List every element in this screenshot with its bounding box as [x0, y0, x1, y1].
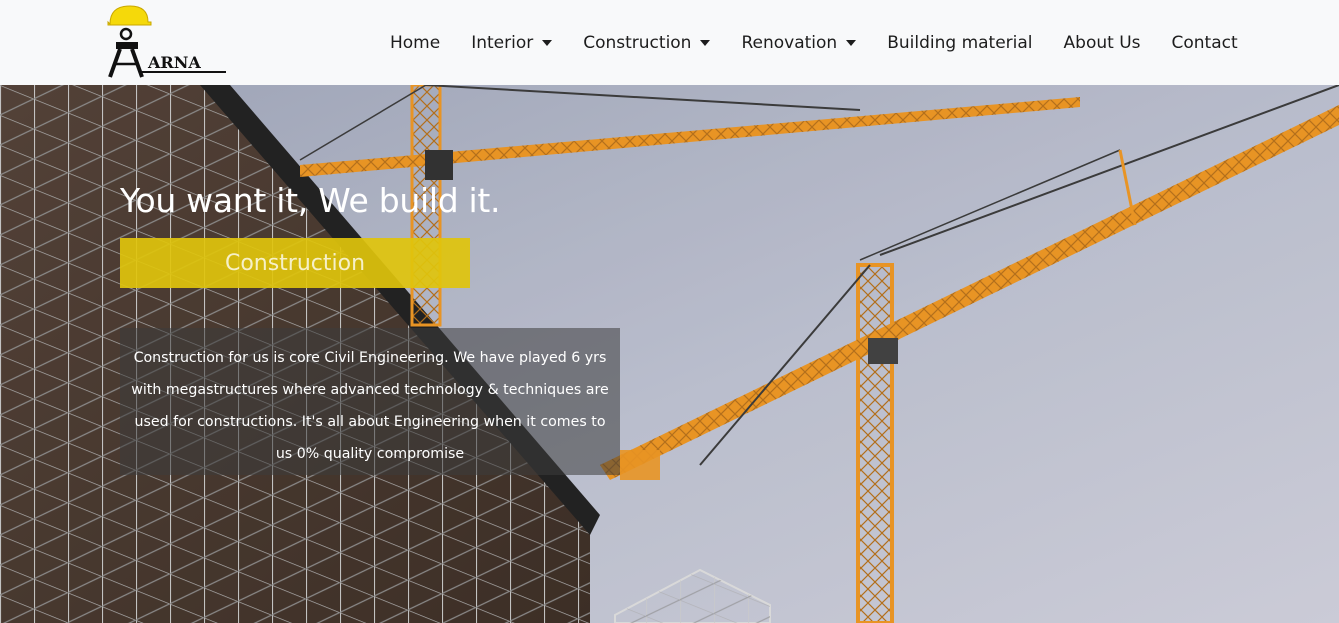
hero-category-badge: Construction: [120, 238, 470, 288]
hero-description-box: Construction for us is core Civil Engine…: [120, 328, 620, 475]
nav-renovation-label: Renovation: [741, 32, 838, 53]
nav-interior-label: Interior: [471, 32, 534, 53]
nav-about-us[interactable]: About Us: [1064, 33, 1141, 53]
caret-down-icon: [542, 39, 553, 46]
nav-about-us-label: About Us: [1063, 32, 1141, 53]
caret-down-icon: [700, 39, 711, 46]
hero-title: You want it, We build it.: [120, 181, 501, 220]
logo-text: ARNA: [147, 53, 201, 72]
hero-section: You want it, We build it. Construction C…: [0, 85, 1339, 623]
nav-home-label: Home: [390, 32, 441, 53]
nav-construction-label: Construction: [583, 32, 692, 53]
navbar: ARNA Home Interior Construction Renovati…: [0, 0, 1339, 85]
nav-renovation-dropdown[interactable]: Renovation: [741, 32, 857, 53]
hero-description: Construction for us is core Civil Engine…: [131, 350, 609, 462]
nav-building-material[interactable]: Building material: [887, 33, 1032, 53]
nav-construction-dropdown[interactable]: Construction: [583, 32, 711, 53]
nav-building-material-label: Building material: [887, 32, 1033, 53]
nav-interior-dropdown[interactable]: Interior: [471, 32, 553, 53]
nav-home[interactable]: Home: [390, 33, 440, 53]
caret-down-icon: [846, 39, 857, 46]
nav-contact[interactable]: Contact: [1172, 33, 1238, 53]
arna-logo[interactable]: ARNA: [104, 2, 234, 80]
nav-menu: Home Interior Construction Renovation Bu…: [390, 0, 1238, 85]
nav-contact-label: Contact: [1171, 32, 1238, 53]
